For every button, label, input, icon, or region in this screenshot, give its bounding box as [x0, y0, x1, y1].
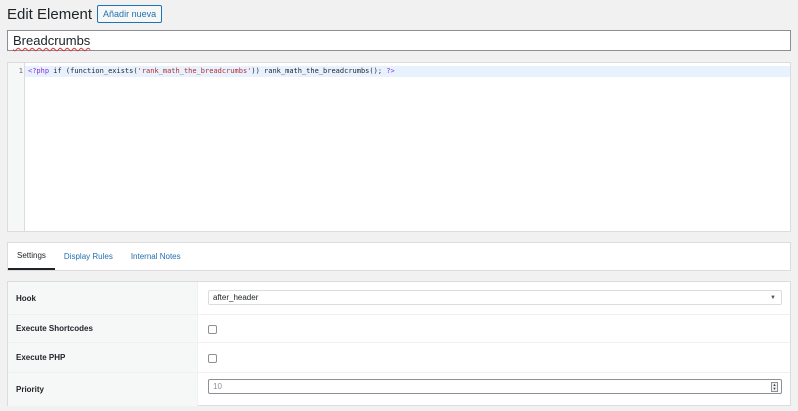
settings-tabs: Settings Display Rules Internal Notes	[7, 242, 791, 271]
hook-select[interactable]: after_header ▼	[208, 290, 782, 305]
priority-value: 10	[213, 382, 222, 391]
code-editor[interactable]: 1 <?php if (function_exists('rank_math_t…	[7, 62, 791, 232]
code-text: )) rank_math_the_breadcrumbs();	[251, 67, 387, 75]
stepper-down-icon[interactable]: ▼	[772, 387, 777, 391]
tab-display-rules[interactable]: Display Rules	[55, 243, 122, 270]
add-new-button[interactable]: Añadir nueva	[97, 5, 163, 23]
hook-row: Hook after_header ▼	[8, 282, 790, 315]
page-title: Edit Element	[7, 5, 93, 23]
element-title-value[interactable]: Breadcrumbs	[13, 33, 90, 48]
execute-php-label: Execute PHP	[16, 353, 66, 362]
tab-internal-notes[interactable]: Internal Notes	[122, 243, 190, 270]
execute-shortcodes-label: Execute Shortcodes	[16, 324, 93, 333]
number-stepper[interactable]: ▲ ▼	[771, 382, 778, 392]
execute-php-row: Execute PHP	[8, 343, 790, 373]
priority-label: Priority	[16, 385, 45, 394]
tab-settings[interactable]: Settings	[8, 243, 55, 270]
chevron-down-icon: ▼	[770, 295, 776, 301]
execute-php-checkbox[interactable]	[208, 354, 217, 363]
php-close-tag: ?>	[386, 67, 395, 75]
priority-row: Priority 10 ▲ ▼	[8, 373, 790, 406]
code-string: 'rank_math_the_breadcrumbs'	[137, 67, 252, 75]
code-line[interactable]: <?php if (function_exists('rank_math_the…	[25, 66, 790, 77]
execute-shortcodes-checkbox[interactable]	[208, 325, 217, 334]
editor-gutter: 1	[8, 63, 25, 231]
settings-panel: Hook after_header ▼ Execute Shortcodes E…	[7, 281, 791, 406]
line-number: 1	[18, 67, 23, 75]
hook-select-value: after_header	[213, 293, 259, 302]
php-open-tag: <?php	[28, 67, 50, 75]
hook-label: Hook	[16, 293, 36, 303]
code-text: if (function_exists(	[49, 67, 138, 75]
execute-shortcodes-row: Execute Shortcodes	[8, 315, 790, 343]
element-title-input[interactable]: Breadcrumbs	[7, 30, 791, 51]
priority-input[interactable]: 10 ▲ ▼	[208, 379, 782, 394]
page-header: Edit Element Añadir nueva	[7, 5, 163, 23]
